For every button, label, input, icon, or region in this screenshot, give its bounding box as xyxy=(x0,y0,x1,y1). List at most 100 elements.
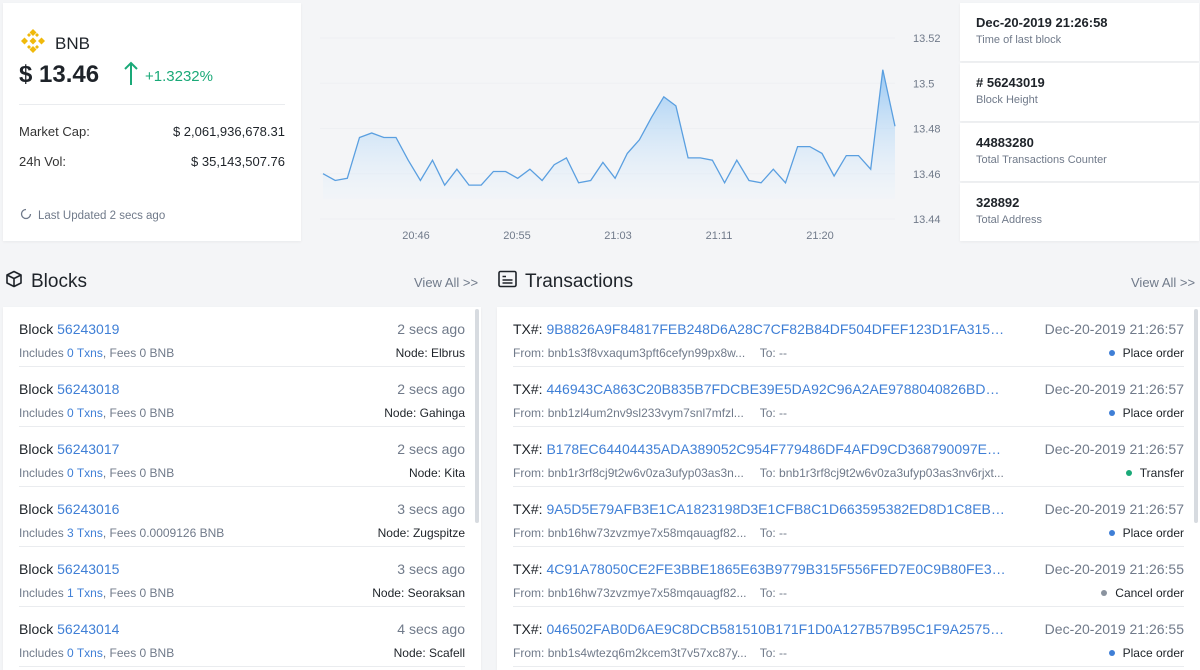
block-label: Block xyxy=(19,441,54,457)
transaction-row: TX#: 4C91A78050CE2FE3BBE1865E63B9779B315… xyxy=(513,547,1184,607)
to-label: To: xyxy=(759,586,776,600)
to-address[interactable]: -- xyxy=(779,526,1027,540)
stat-card-block-height: # 56243019 Block Height xyxy=(960,63,1199,121)
block-height-link[interactable]: 56243014 xyxy=(57,621,119,637)
from-address[interactable]: bnb16hw73zvzmye7x58mqauagf82... xyxy=(548,526,748,540)
block-row-bottom: Includes 0 Txns, Fees 0 BNB Node: Kita xyxy=(19,466,465,480)
y-tick-label: 13.52 xyxy=(913,33,941,45)
tx-row-bottom: From: bnb1r3rf8cj9t2w6v0za3ufyp03as3n...… xyxy=(513,466,1184,480)
stat-label: Time of last block xyxy=(976,34,1062,46)
block-title: Block 56243015 xyxy=(19,561,119,577)
to-address[interactable]: -- xyxy=(779,406,1027,420)
tx-type: Place order xyxy=(1108,526,1184,540)
block-row: Block 56243015 3 secs ago Includes 1 Txns,… xyxy=(19,547,465,607)
tx-id: TX#: B178EC64404435ADA389052C954F779486D… xyxy=(513,441,1006,457)
block-txns-link[interactable]: 0 Txns xyxy=(67,346,103,360)
stat-value: 328892 xyxy=(976,195,1020,210)
price-area xyxy=(323,69,895,199)
block-txns-link[interactable]: 1 Txns xyxy=(67,586,103,600)
transaction-row: TX#: B178EC64404435ADA389052C954F779486D… xyxy=(513,427,1184,487)
from-address[interactable]: bnb1zl4um2nv9sl233vym7snl7mfzl... xyxy=(548,406,748,420)
tx-type: Place order xyxy=(1108,406,1184,420)
tx-time: Dec-20-2019 21:26:57 xyxy=(1044,381,1184,397)
block-txns-link[interactable]: 0 Txns xyxy=(67,466,103,480)
last-updated: Last Updated 2 secs ago xyxy=(19,207,165,224)
block-node: Node: Scafell xyxy=(393,646,465,660)
block-summary: Includes 0 Txns, Fees 0 BNB xyxy=(19,346,174,360)
tx-type-label: Place order xyxy=(1122,526,1184,540)
tx-row-top: TX#: 446943CA863C20B835B7FDCBE39E5DA92C9… xyxy=(513,381,1184,397)
block-height-link[interactable]: 56243019 xyxy=(57,321,119,337)
block-age: 2 secs ago xyxy=(397,321,465,337)
to-address[interactable]: -- xyxy=(779,586,1027,600)
receipt-icon xyxy=(498,270,525,294)
block-row-bottom: Includes 0 Txns, Fees 0 BNB Node: Elbrus xyxy=(19,346,465,360)
coin-name: BNB xyxy=(55,33,90,53)
to-address[interactable]: -- xyxy=(779,346,1027,360)
block-height-link[interactable]: 56243015 xyxy=(57,561,119,577)
y-tick-label: 13.44 xyxy=(913,214,941,226)
block-txns-link[interactable]: 3 Txns xyxy=(67,526,103,540)
tx-hash-link[interactable]: 9B8826A9F84817FEB248D6A28C7CF82B84DF504D… xyxy=(546,321,1006,337)
transactions-scrollbar[interactable] xyxy=(1194,309,1198,523)
block-txns-link[interactable]: 0 Txns xyxy=(67,406,103,420)
block-height-link[interactable]: 56243017 xyxy=(57,441,119,457)
block-title: Block 56243016 xyxy=(19,501,119,517)
block-summary: Includes 0 Txns, Fees 0 BNB xyxy=(19,466,174,480)
tx-time: Dec-20-2019 21:26:55 xyxy=(1044,621,1184,637)
block-row-top: Block 56243019 2 secs ago xyxy=(19,321,465,337)
block-height-link[interactable]: 56243016 xyxy=(57,501,119,517)
to-label: To: xyxy=(759,466,776,480)
from-address[interactable]: bnb16hw73zvzmye7x58mqauagf82... xyxy=(548,586,748,600)
block-node: Node: Zugspitze xyxy=(377,526,465,540)
block-fees: , Fees 0 BNB xyxy=(102,466,175,480)
transactions-list: TX#: 9B8826A9F84817FEB248D6A28C7CF82B84D… xyxy=(497,307,1200,670)
block-row-top: Block 56243015 3 secs ago xyxy=(19,561,465,577)
to-address[interactable]: -- xyxy=(779,646,1027,660)
to-label: To: xyxy=(759,346,776,360)
block-node: Node: Kita xyxy=(408,466,465,480)
price-card: BNB $ 13.46 +1.3232% Market Cap: $ 2,061… xyxy=(3,3,301,241)
tx-hash-link[interactable]: 9A5D5E79AFB3E1CA1823198D3E1CFB8C1D663595… xyxy=(546,501,1006,517)
tx-time: Dec-20-2019 21:26:57 xyxy=(1044,501,1184,517)
cube-icon xyxy=(5,270,31,294)
tx-id: TX#: 9A5D5E79AFB3E1CA1823198D3E1CFB8C1D6… xyxy=(513,501,1006,517)
tx-type-label: Place order xyxy=(1122,646,1184,660)
block-txns-link[interactable]: 0 Txns xyxy=(67,646,103,660)
stat-value: Dec-20-2019 21:26:58 xyxy=(976,15,1108,30)
block-height-link[interactable]: 56243018 xyxy=(57,381,119,397)
block-row-bottom: Includes 0 Txns, Fees 0 BNB Node: Gahinga xyxy=(19,406,465,420)
transaction-row: TX#: 046502FAB0D6AE9C8DCB581510B171F1D0A… xyxy=(513,607,1184,667)
tx-row-bottom: From: bnb16hw73zvzmye7x58mqauagf82... To:… xyxy=(513,586,1184,600)
tx-row-bottom: From: bnb1s4wtezq6m2kcem3t7v57xc87y... To… xyxy=(513,646,1184,660)
tx-addresses: From: bnb1s4wtezq6m2kcem3t7v57xc87y... To… xyxy=(513,646,1027,660)
tx-row-top: TX#: 9B8826A9F84817FEB248D6A28C7CF82B84D… xyxy=(513,321,1184,337)
blocks-view-all-link[interactable]: View All >> xyxy=(414,275,478,290)
from-address[interactable]: bnb1s4wtezq6m2kcem3t7v57xc87y... xyxy=(548,646,748,660)
tx-hash-link[interactable]: 4C91A78050CE2FE3BBE1865E63B9779B315F556F… xyxy=(546,561,1006,577)
tx-hash-link[interactable]: 046502FAB0D6AE9C8DCB581510B171F1D0A127B5… xyxy=(546,621,1006,637)
x-tick-label: 20:46 xyxy=(402,230,430,242)
from-address[interactable]: bnb1r3rf8cj9t2w6v0za3ufyp03as3n... xyxy=(548,466,748,480)
tx-row-top: TX#: 9A5D5E79AFB3E1CA1823198D3E1CFB8C1D6… xyxy=(513,501,1184,517)
includes-label: Includes xyxy=(19,586,64,600)
tx-hash-link[interactable]: B178EC64404435ADA389052C954F779486DF4AFD… xyxy=(546,441,1006,457)
blocks-scrollbar[interactable] xyxy=(475,309,479,523)
refresh-icon xyxy=(19,207,38,224)
tx-row-top: TX#: 4C91A78050CE2FE3BBE1865E63B9779B315… xyxy=(513,561,1184,577)
transactions-view-all-link[interactable]: View All >> xyxy=(1131,275,1195,290)
transaction-row: TX#: 9A5D5E79AFB3E1CA1823198D3E1CFB8C1D6… xyxy=(513,487,1184,547)
transaction-row: TX#: 446943CA863C20B835B7FDCBE39E5DA92C9… xyxy=(513,367,1184,427)
to-label: To: xyxy=(759,526,776,540)
tx-type: Cancel order xyxy=(1101,586,1184,600)
to-address[interactable]: bnb1r3rf8cj9t2w6v0za3ufyp03as3nv6rjxt... xyxy=(779,466,1027,480)
from-address[interactable]: bnb1s3f8vxaqum3pft6cefyn99px8w... xyxy=(548,346,748,360)
block-age: 2 secs ago xyxy=(397,381,465,397)
tx-hash-link[interactable]: 446943CA863C20B835B7FDCBE39E5DA92C96A2AE… xyxy=(546,381,1006,397)
stat-label: Total Transactions Counter xyxy=(976,154,1107,166)
tx-type-dot-icon xyxy=(1101,590,1108,596)
includes-label: Includes xyxy=(19,466,64,480)
block-fees: , Fees 0 BNB xyxy=(102,646,175,660)
volume-row: 24h Vol: $ 35,143,507.76 xyxy=(19,154,285,169)
tx-row-top: TX#: B178EC64404435ADA389052C954F779486D… xyxy=(513,441,1184,457)
